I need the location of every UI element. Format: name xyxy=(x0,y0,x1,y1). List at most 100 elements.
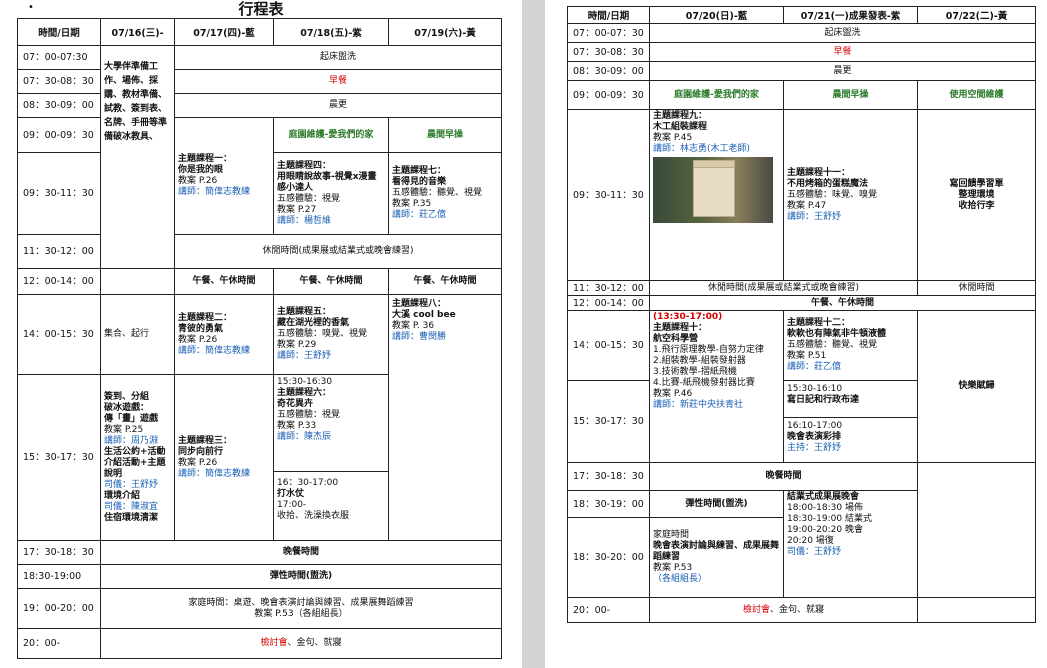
lesson-plan: 教案 P.35 xyxy=(392,199,432,209)
table-row: 09：00-09：30 主題課程一： 你是我的眼 教案 P.26 講師：簡偉志教… xyxy=(17,117,502,235)
exercise-cell: 晨間早操 xyxy=(388,117,502,153)
activity-block: 15:30-16:10 寫日記和行政布達 xyxy=(784,382,917,418)
review-meeting: 檢討會 xyxy=(260,638,288,648)
activity-block: 16：30-17:00 打水仗 17:00- 收拾、洗澡換衣服 xyxy=(275,472,388,528)
lesson-plan: 教案 P.25 xyxy=(104,424,144,435)
course-label: 主題課程十一： xyxy=(787,167,851,178)
lesson-plan: 教案 P. 36 xyxy=(392,321,435,331)
time-cell: 12：00-14：00 xyxy=(17,268,101,295)
activity-title: 晚會表演彩排 xyxy=(787,432,842,442)
table-row: 07：30-08：30 早餐 xyxy=(567,42,1036,62)
instructor: 講師：莊乙億 xyxy=(392,210,447,220)
time-cell: 18：30-19：00 xyxy=(567,490,650,518)
exercise-cell: 晨間早操 xyxy=(783,80,918,110)
course-title: 用眼睛說故事-視覺x漫畫感小達人 xyxy=(277,171,377,193)
host: 主持：王舒妤 xyxy=(787,443,842,453)
lesson-plan: 教案 P.53（各組組長） xyxy=(254,608,348,619)
lesson-plan: 教案 P.26 xyxy=(178,176,218,186)
night-text: 、金句、就寢 xyxy=(287,638,342,648)
table-row: 08：30-09：00 晨更 xyxy=(567,61,1036,81)
table-row: 07：00-07：30 起床盥洗 xyxy=(567,23,1036,43)
wake-cell: 起床盥洗 xyxy=(649,23,1036,43)
time-cell: 12：00-14：00 xyxy=(567,295,650,311)
split-cell: 15:30-16:30 主題課程六： 奇花異卉 五感體驗：視覺 教案 P.33 … xyxy=(273,374,389,541)
time-cell: 11：30-12：00 xyxy=(567,280,650,296)
instructor: 講師：簡偉志教練 xyxy=(178,187,251,197)
table-row: 19：00-20：00 家庭時間：桌遊、晚會表演討論與練習、成果展舞蹈練習 教案… xyxy=(17,588,502,629)
empty-cell xyxy=(100,268,175,295)
course-cell: (13:30-17:00) 主題課程十： 航空科學營 1.飛行原理教學-自努力定… xyxy=(649,310,784,463)
wooden-box-shape xyxy=(693,160,735,217)
table-row: 14：00-15：30 集合、起行 主題課程二： 青彼的勇氣 教案 P.26 講… xyxy=(17,294,502,541)
time-cell: 07：00-07:30 xyxy=(17,45,101,70)
lesson-plan: 教案 P.29 xyxy=(277,340,317,350)
dinner-cell: 晚餐時間 xyxy=(100,540,502,565)
wake-cell: 起床盥洗 xyxy=(174,45,502,70)
table-row: 11：30-12：00 休閒時間(成果展或結業式或晚會練習) 休閒時間 xyxy=(567,280,1036,296)
time-cell: 07：00-07：30 xyxy=(567,23,650,43)
header-day: 07/19(六)-黃 xyxy=(388,18,502,46)
instructor: 講師：新莊中央扶青社 xyxy=(653,400,744,410)
lesson-plan: 教案 P.26 xyxy=(178,334,218,345)
leader: （各組組長） xyxy=(653,574,708,584)
course-label: 主題課程四： xyxy=(277,160,332,171)
table-row: 20：00- 檢討會、金句、就寢 xyxy=(17,628,502,659)
course-title: 你是我的眼 xyxy=(178,165,224,175)
course-title: 奇花異卉 xyxy=(277,399,314,409)
header-day: 07/22(二)-黃 xyxy=(917,6,1036,24)
checkout-cell: 寫回饋學習單 整理環境 收拾行李 xyxy=(917,109,1036,281)
night-cell: 檢討會、金句、就寢 xyxy=(100,628,502,659)
course-title: 大溪 cool bee xyxy=(392,310,456,320)
instructor: 講師：莊乙億 xyxy=(787,362,842,372)
event-item: 20:20 場復 xyxy=(787,536,834,546)
course-title: 看得見的音樂 xyxy=(392,177,447,187)
header-row: 時間/日期 07/16(三)- 07/17(四)-藍 07/18(五)-紫 07… xyxy=(17,18,502,46)
course-label: 簽到、分組 xyxy=(104,391,150,402)
table-row: 09：30-11：30 主題課程九： 木工組裝課程 教案 P.45 講師：林志勇… xyxy=(567,109,1036,281)
time-cell: 07：30-08：30 xyxy=(17,69,101,94)
course-cell: 主題課程三： 同步向前行 教案 P.26 講師：簡偉志教練 xyxy=(174,374,274,541)
evening-text: 晚會表演討論與練習、成果展舞蹈練習 xyxy=(653,541,780,562)
instructor: 講師：楊哲維 xyxy=(277,215,332,226)
activity-block: 16:10-17:00 晚會表演彩排 主持：王舒妤 xyxy=(785,418,917,457)
course-cell: 主題課程十一： 不用烤箱的蛋糕魔法 五感體驗：味覺、嗅覺 教案 P.47 講師：… xyxy=(783,109,918,281)
time-cell: 07：30-08：30 xyxy=(567,42,650,62)
course-label: 主題課程二： xyxy=(178,312,233,323)
lunch-cell: 午餐、午休時間 xyxy=(273,268,389,295)
course-step: 3.技術教學-摺紙飛機 xyxy=(653,367,737,377)
schedule-table-1: 時間/日期 07/16(三)- 07/17(四)-藍 07/18(五)-紫 07… xyxy=(17,18,502,659)
time-cell: 18:30-19:00 xyxy=(17,564,101,589)
sense-type: 五感體驗：聽覺、視覺 xyxy=(392,188,483,198)
table-row: 14：00-15：30 (13:30-17:00) 主題課程十： 航空科學營 1… xyxy=(567,310,1036,463)
ceremony-cell: 結業式成果展晚會 18:00-18:30 場佈 18:30-19:00 結業式 … xyxy=(783,490,918,598)
time-cell: 14：00-15：30 xyxy=(567,310,650,381)
rest-cell: 休閒時間(成果展或結業式或晚會練習) xyxy=(174,234,502,269)
table-row: 08：30-09：00 晨更 xyxy=(17,93,502,118)
night-text: 、金句、就寢 xyxy=(770,604,825,615)
course-title: 藏在湖光裡的香氣 xyxy=(277,318,350,328)
instructor: 講師：王舒妤 xyxy=(787,211,842,222)
course-label: 主題課程九： xyxy=(653,111,708,121)
table-row: 07：00-07:30 大學伴準備工作、場佈、採購、教材準備、試教、簽到表、名牌… xyxy=(17,45,502,269)
course-label: 主題課程一： xyxy=(178,154,233,164)
lesson-plan: 教案 P.45 xyxy=(653,133,693,143)
garden-cell: 庭園維護-愛我們的家 xyxy=(649,80,784,110)
activity-title: 打水仗 xyxy=(277,489,305,499)
course-title: 軟軟也有陣氣非牛頓液體 xyxy=(787,329,887,339)
lesson-plan: 教案 P.46 xyxy=(653,389,693,399)
rest-cell: 休閒時間(成果展或結業式或晚會練習) xyxy=(649,280,918,296)
course-cell: 主題課程四： 用眼睛說故事-視覺x漫畫感小達人 五感體驗：視覺 教案 P.27 … xyxy=(273,152,389,235)
course-step: 1.飛行原理教學-自努力定律 xyxy=(653,345,764,355)
header-row: 時間/日期 07/20(日)-藍 07/21(一)成果發表-紫 07/22(二)… xyxy=(567,6,1036,24)
time-cell: 09：30-11：30 xyxy=(17,152,101,235)
morning-cell: 晨更 xyxy=(174,93,502,118)
header-day: 07/20(日)-藍 xyxy=(649,6,784,24)
course-title: 傳「畫」遊戲 xyxy=(104,413,159,424)
header-day: 07/21(一)成果發表-紫 xyxy=(783,6,918,24)
time-cell: 20：00- xyxy=(17,628,101,659)
course-title: 生活公約+活動介紹活動+主題說明 xyxy=(104,446,166,479)
instructor: 講師：陳杰辰 xyxy=(277,432,332,442)
breakfast-cell: 早餐 xyxy=(174,69,502,94)
time-cell: 14：00-15：30 xyxy=(17,294,101,375)
course-label: 主題課程五： xyxy=(277,307,332,317)
